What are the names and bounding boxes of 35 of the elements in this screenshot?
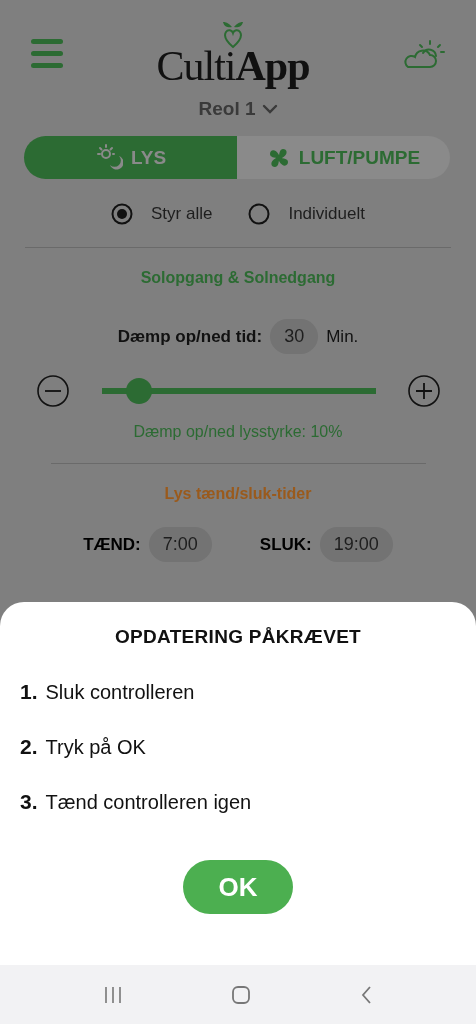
time-field[interactable]: 7:00 [148,527,212,562]
dialog-title: OPDATERING PÅKRÆVET [114,626,362,648]
plus-icon[interactable] [408,375,440,407]
step-text: Tænd controlleren igen [45,791,252,814]
step-number: 3. [20,790,38,814]
menu-icon[interactable] [30,36,64,70]
step-number: 2. [20,735,38,759]
ok-button[interactable]: OK [183,860,293,914]
radio-option[interactable]: Styr alle [111,203,213,225]
tab[interactable]: LYS [24,136,237,179]
cloud-sun-icon[interactable] [402,37,446,69]
slider-thumb[interactable] [126,378,153,404]
tab[interactable]: LUFT/PUMPE [237,136,450,179]
heart-sprout-icon [221,19,245,49]
sun-moon-icon [94,143,123,172]
chevron-down-icon [261,102,278,116]
unit-label: Min. [326,326,359,347]
app-logo: CultiApp [156,45,310,87]
step-number: 1. [20,680,38,704]
recent-apps-icon[interactable] [104,984,123,1005]
minutes-field[interactable]: 30 [270,319,319,354]
time-field[interactable]: 19:00 [319,527,393,562]
shelf-dropdown[interactable]: Reol 1 [198,98,278,120]
section-heading: Solopgang & Solnedgang [139,269,337,287]
time-label: TÆND: [83,534,141,555]
minus-icon[interactable] [37,375,69,407]
brightness-reading: Dæmp op/ned lysstyrke: 10% [132,423,344,441]
time-label: SLUK: [259,534,312,555]
radio-option[interactable]: Individuelt [248,203,365,225]
step-text: Tryk på OK [45,736,146,759]
home-icon[interactable] [231,984,251,1005]
step-text: Sluk controlleren [45,681,195,704]
section-heading: Lys tænd/sluk-tider [163,485,313,503]
back-icon[interactable] [359,984,372,1005]
field-label: Dæmp op/ned tid: [117,326,263,347]
